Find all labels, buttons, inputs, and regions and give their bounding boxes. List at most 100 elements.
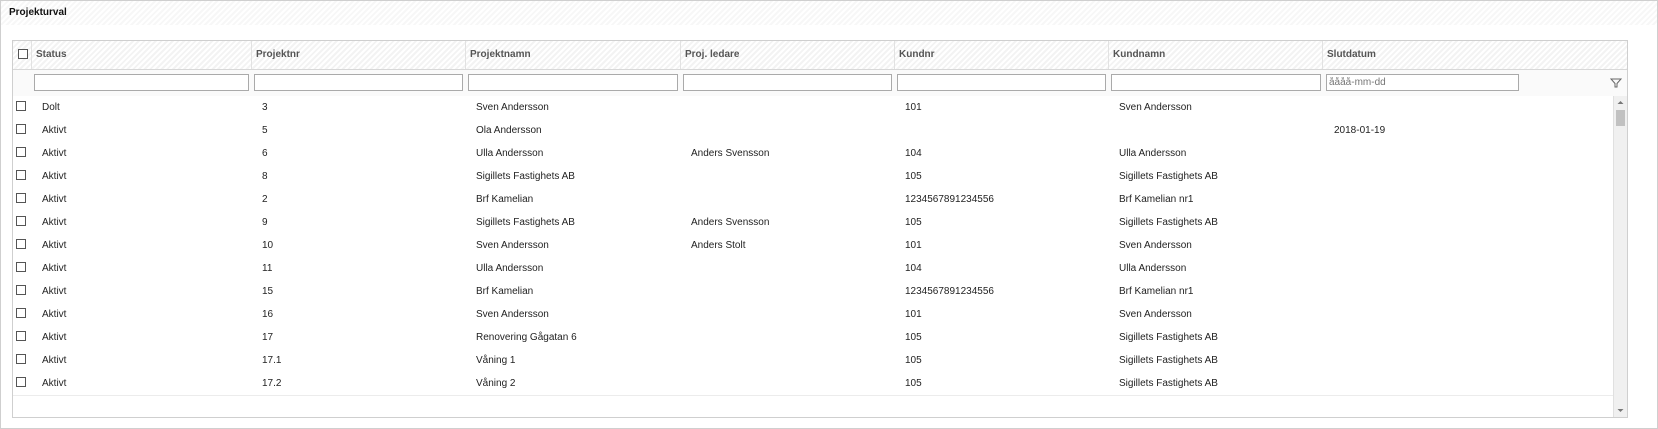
table-row[interactable]: Aktivt 9 Sigillets Fastighets AB Anders Sve… [13, 211, 1613, 235]
panel-title: Projekturval [9, 7, 67, 18]
cell-projektnamn: Brf Kamelian [476, 286, 534, 297]
cell-projektnr: 2 [262, 194, 268, 205]
cell-kundnr: 101 [905, 309, 922, 320]
cell-kundnr: 104 [905, 148, 922, 159]
scrollbar-thumb[interactable] [1616, 110, 1625, 126]
cell-status: Aktivt [42, 355, 67, 366]
cell-projektnr: 10 [262, 240, 274, 251]
cell-projektnamn: Ulla Andersson [476, 148, 544, 159]
cell-slutdatum: 2018-01-19 [1334, 125, 1386, 136]
cell-projektnr: 6 [262, 148, 268, 159]
cell-status: Aktivt [42, 148, 67, 159]
cell-status: Aktivt [42, 240, 67, 251]
cell-projektnr: 5 [262, 125, 268, 136]
row-checkbox[interactable] [16, 377, 26, 387]
table-row[interactable]: Aktivt 17 Renovering Gågatan 6 105 Sigillets… [13, 326, 1613, 350]
table-row[interactable]: Aktivt 11 Ulla Andersson 104 Ulla Andersson [13, 257, 1613, 281]
table-row[interactable]: Aktivt 16 Sven Andersson 101 Sven Andersson [13, 303, 1613, 327]
cell-kundnamn: Sigillets Fastighets AB [1119, 355, 1218, 366]
row-checkbox[interactable] [16, 147, 26, 157]
cell-projledare: Anders Svensson [691, 148, 770, 159]
row-checkbox[interactable] [16, 285, 26, 295]
table-row[interactable]: Aktivt 8 Sigillets Fastighets AB 105 Sigille… [13, 165, 1613, 189]
row-checkbox[interactable] [16, 193, 26, 203]
table-row[interactable]: Aktivt 2 Brf Kamelian 1234567891234556 Brf K… [13, 188, 1613, 212]
cell-kundnr: 101 [905, 102, 922, 113]
cell-status: Aktivt [42, 194, 67, 205]
cell-projektnamn: Våning 2 [476, 378, 516, 389]
cell-projektnamn: Sigillets Fastighets AB [476, 171, 575, 182]
cell-projektnr: 9 [262, 217, 268, 228]
row-checkbox[interactable] [16, 239, 26, 249]
cell-kundnr: 105 [905, 217, 922, 228]
filter-projektnr-input[interactable] [254, 74, 463, 91]
cell-kundnr: 104 [905, 263, 922, 274]
row-checkbox[interactable] [16, 216, 26, 226]
cell-kundnr: 105 [905, 355, 922, 366]
cell-projektnamn: Sven Andersson [476, 309, 549, 320]
filter-row [13, 70, 1627, 97]
column-header-projektnamn[interactable]: Projektnamn [465, 41, 680, 69]
select-all-checkbox[interactable] [18, 49, 28, 59]
project-grid: Status Projektnr Projektnamn Proj. ledar… [12, 40, 1628, 418]
table-row[interactable]: Aktivt 15 Brf Kamelian 1234567891234556 Brf … [13, 280, 1613, 304]
row-checkbox[interactable] [16, 354, 26, 364]
cell-kundnamn: Sven Andersson [1119, 309, 1192, 320]
vertical-scrollbar[interactable] [1613, 96, 1627, 417]
cell-kundnamn: Sigillets Fastighets AB [1119, 171, 1218, 182]
table-row[interactable]: Aktivt 6 Ulla Andersson Anders Svensson 104 U… [13, 142, 1613, 166]
table-row[interactable]: Dolt 3 Sven Andersson 101 Sven Andersson [13, 96, 1613, 120]
table-row[interactable]: Aktivt 17.1 Våning 1 105 Sigillets Fastighet… [13, 349, 1613, 373]
row-checkbox[interactable] [16, 124, 26, 134]
cell-kundnamn: Ulla Andersson [1119, 148, 1187, 159]
column-header-kundnamn[interactable]: Kundnamn [1108, 41, 1322, 69]
funnel-icon[interactable] [1610, 77, 1622, 89]
cell-projektnamn: Sigillets Fastighets AB [476, 217, 575, 228]
filter-kundnr-input[interactable] [897, 74, 1106, 91]
filter-projektnamn-input[interactable] [468, 74, 678, 91]
column-header-kundnr[interactable]: Kundnr [894, 41, 1108, 69]
chevron-down-icon[interactable] [1616, 406, 1625, 415]
column-header-slutdatum[interactable]: Slutdatum [1322, 41, 1536, 69]
filter-kundnamn-input[interactable] [1111, 74, 1321, 91]
row-checkbox[interactable] [16, 262, 26, 272]
cell-kundnamn: Brf Kamelian nr1 [1119, 286, 1194, 297]
cell-kundnamn: Sven Andersson [1119, 102, 1192, 113]
cell-projektnr: 17.1 [262, 355, 282, 366]
cell-projektnr: 11 [262, 263, 273, 274]
row-checkbox[interactable] [16, 170, 26, 180]
cell-status: Dolt [42, 102, 60, 113]
column-header-projektnr[interactable]: Projektnr [251, 41, 465, 69]
table-row[interactable]: Aktivt 17.2 Våning 2 105 Sigillets Fastighet… [13, 372, 1613, 396]
cell-kundnamn: Sigillets Fastighets AB [1119, 332, 1218, 343]
cell-projektnr: 16 [262, 309, 274, 320]
cell-kundnr: 105 [905, 332, 922, 343]
row-checkbox[interactable] [16, 308, 26, 318]
chevron-up-icon[interactable] [1616, 98, 1625, 107]
cell-status: Aktivt [42, 332, 67, 343]
cell-status: Aktivt [42, 171, 67, 182]
panel-header: Projekturval [0, 0, 1658, 26]
table-row[interactable]: Aktivt 10 Sven Andersson Anders Stolt 101 Sve… [13, 234, 1613, 258]
cell-status: Aktivt [42, 217, 67, 228]
cell-projektnamn: Ulla Andersson [476, 263, 544, 274]
cell-kundnamn: Sven Andersson [1119, 240, 1192, 251]
cell-projektnamn: Ola Andersson [476, 125, 542, 136]
cell-kundnr: 1234567891234556 [905, 194, 994, 205]
cell-kundnamn: Ulla Andersson [1119, 263, 1187, 274]
row-checkbox[interactable] [16, 331, 26, 341]
filter-slutdatum-input[interactable] [1326, 74, 1519, 91]
cell-projektnamn: Sven Andersson [476, 102, 549, 113]
cell-status: Aktivt [42, 263, 67, 274]
filter-status-input[interactable] [34, 74, 249, 91]
grid-header: Status Projektnr Projektnamn Proj. ledar… [13, 41, 1627, 70]
cell-kundnamn: Brf Kamelian nr1 [1119, 194, 1194, 205]
table-row[interactable]: Aktivt 5 Ola Andersson 2018-01-19 [13, 119, 1613, 143]
cell-projektnamn: Våning 1 [476, 355, 516, 366]
cell-kundnr: 1234567891234556 [905, 286, 994, 297]
cell-projektnamn: Brf Kamelian [476, 194, 534, 205]
row-checkbox[interactable] [16, 101, 26, 111]
column-header-status[interactable]: Status [31, 41, 251, 69]
column-header-projledare[interactable]: Proj. ledare [680, 41, 894, 69]
filter-projledare-input[interactable] [683, 74, 892, 91]
